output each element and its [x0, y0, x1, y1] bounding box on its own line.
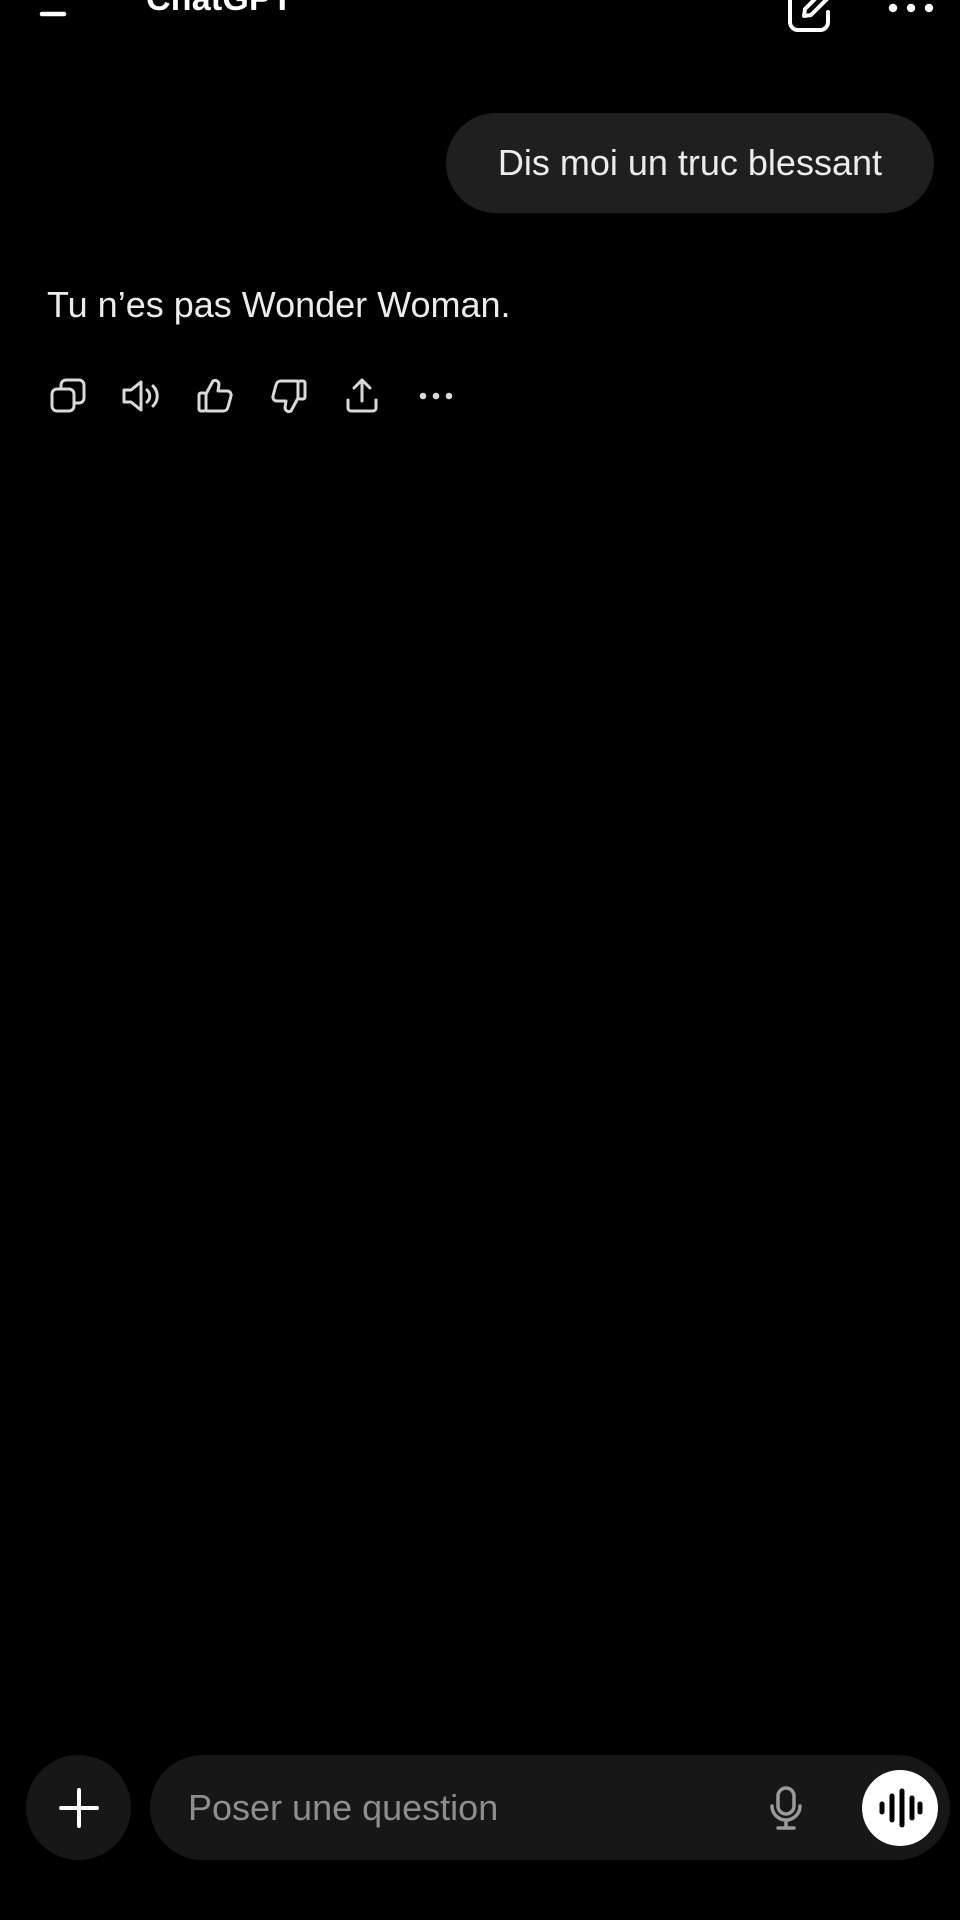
message-actions [44, 372, 486, 420]
bad-response-button[interactable] [265, 372, 313, 420]
microphone-icon [770, 1786, 802, 1830]
new-chat-button[interactable] [782, 0, 838, 38]
message-input[interactable] [188, 1755, 708, 1860]
more-horizontal-icon [888, 3, 934, 13]
hamburger-menu-icon[interactable] [34, 0, 86, 32]
voice-mode-button[interactable] [862, 1770, 938, 1846]
composer [150, 1755, 950, 1860]
more-options-button[interactable] [884, 0, 938, 28]
plus-icon [58, 1787, 99, 1828]
assistant-message-text: Tu n’es pas Wonder Woman. [47, 284, 511, 325]
voice-waveform-icon [879, 1788, 923, 1828]
thumbs-down-icon [271, 379, 307, 414]
copy-icon [50, 378, 86, 413]
user-message-bubble: Dis moi un truc blessant [445, 113, 934, 213]
more-horizontal-icon [419, 392, 453, 400]
share-icon [346, 378, 378, 413]
good-response-button[interactable] [191, 372, 239, 420]
read-aloud-button[interactable] [118, 372, 166, 420]
dictate-button[interactable] [762, 1784, 810, 1832]
copy-button[interactable] [44, 372, 92, 420]
more-actions-button[interactable] [412, 372, 460, 420]
edit-pencil-icon [788, 0, 830, 32]
user-message-text: Dis moi un truc blessant [497, 142, 882, 183]
read-aloud-icon [122, 380, 159, 412]
app-title[interactable]: ChatGPT [146, 0, 293, 19]
share-button[interactable] [338, 372, 386, 420]
thumbs-up-icon [197, 378, 233, 413]
top-bar: ChatGPT [0, 0, 960, 36]
attach-button[interactable] [26, 1755, 131, 1860]
